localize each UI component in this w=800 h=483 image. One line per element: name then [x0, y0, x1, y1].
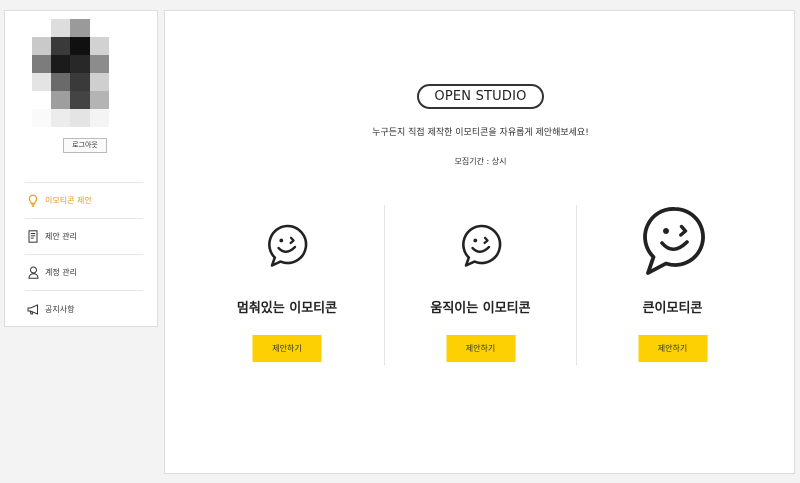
emoticon-type-title: 멈춰있는 이모티콘 — [236, 301, 338, 316]
document-icon — [27, 230, 39, 244]
open-studio-badge: OPEN STUDIO — [417, 84, 544, 109]
propose-button[interactable]: 제안하기 — [638, 335, 707, 362]
propose-button[interactable]: 제안하기 — [252, 335, 322, 362]
emoticon-type-animated: 움직이는 이모티콘 제안하기 — [384, 205, 576, 365]
large-speech-bubble-smile-icon — [642, 207, 705, 275]
propose-button[interactable]: 제안하기 — [446, 335, 515, 362]
emoticon-type-large: 큰이모티콘 제안하기 — [576, 205, 768, 365]
avatar — [32, 19, 128, 127]
sidebar-item-proposal-management[interactable]: 제안 관리 — [25, 219, 143, 255]
emoticon-type-title: 큰이모티콘 — [642, 301, 703, 316]
sidebar: 로그아웃 이모티콘 제안 제안 관리 계정 관리 공지사항 — [4, 10, 158, 327]
speech-bubble-smile-icon — [268, 224, 308, 267]
main-panel: OPEN STUDIO 누구든지 직접 제작한 이모티콘을 자유롭게 제안해보세… — [164, 10, 795, 474]
megaphone-icon — [27, 302, 39, 316]
lightbulb-icon — [27, 194, 39, 208]
emoticon-type-title: 움직이는 이모티콘 — [430, 301, 531, 316]
emoticon-type-still: 멈춰있는 이모티콘 제안하기 — [191, 205, 383, 365]
sidebar-item-emoticon-proposal[interactable]: 이모티콘 제안 — [25, 183, 143, 219]
sidebar-item-label: 제안 관리 — [45, 232, 77, 241]
sidebar-item-label: 계정 관리 — [45, 268, 77, 277]
sidebar-item-account-management[interactable]: 계정 관리 — [25, 255, 143, 291]
logout-button[interactable]: 로그아웃 — [63, 138, 107, 153]
sidebar-item-label: 공지사항 — [45, 304, 75, 314]
sidebar-menu: 이모티콘 제안 제안 관리 계정 관리 공지사항 — [25, 182, 143, 327]
speech-bubble-smile-icon — [461, 224, 501, 267]
sidebar-item-label: 이모티콘 제안 — [45, 196, 92, 205]
intro-text: 누구든지 직접 제작한 이모티콘을 자유롭게 제안해보세요! — [372, 128, 589, 138]
recruitment-period: 모집기간 : 상시 — [454, 157, 507, 166]
sidebar-item-notices[interactable]: 공지사항 — [25, 291, 143, 327]
user-icon — [27, 266, 39, 280]
